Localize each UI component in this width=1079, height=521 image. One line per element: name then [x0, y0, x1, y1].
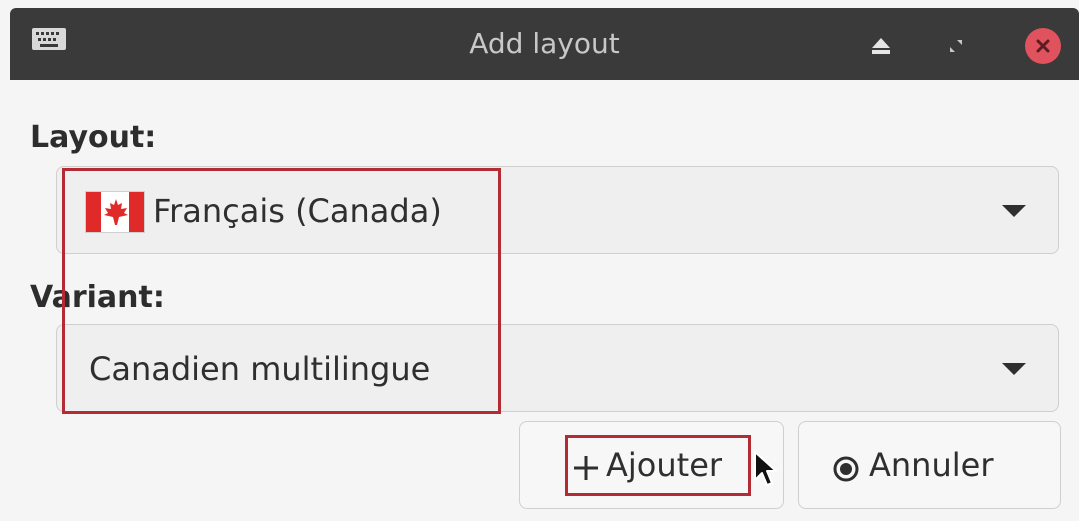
add-button[interactable]: Ajouter	[519, 421, 784, 509]
layout-value: Français (Canada)	[153, 192, 442, 230]
variant-combobox[interactable]: Canadien multilingue	[56, 324, 1059, 412]
restore-icon	[950, 40, 962, 52]
variant-value: Canadien multilingue	[89, 350, 431, 388]
layout-label: Layout:	[30, 120, 157, 155]
add-layout-dialog: Add layout Layout: Français (Canada) Var…	[0, 0, 1079, 521]
layout-combobox[interactable]: Français (Canada)	[56, 166, 1059, 254]
add-button-label: Ajouter	[606, 446, 723, 484]
canada-flag-icon	[85, 191, 145, 233]
close-button[interactable]	[1025, 28, 1061, 64]
chevron-down-icon	[1002, 205, 1026, 217]
window-title: Add layout	[469, 27, 620, 60]
titlebar[interactable]: Add layout	[10, 8, 1079, 80]
close-icon	[1036, 39, 1050, 53]
variant-label: Variant:	[30, 280, 165, 315]
eject-button[interactable]	[865, 30, 897, 62]
chevron-down-icon	[1002, 363, 1026, 375]
plus-icon	[574, 456, 598, 480]
dialog-content: Layout: Français (Canada) Variant: Canad…	[10, 80, 1079, 521]
eject-icon	[872, 38, 890, 54]
cancel-button-label: Annuler	[869, 446, 994, 484]
restore-button[interactable]	[940, 30, 972, 62]
cancel-icon	[833, 456, 859, 482]
cancel-button[interactable]: Annuler	[798, 421, 1061, 509]
mouse-pointer-icon	[754, 451, 777, 486]
